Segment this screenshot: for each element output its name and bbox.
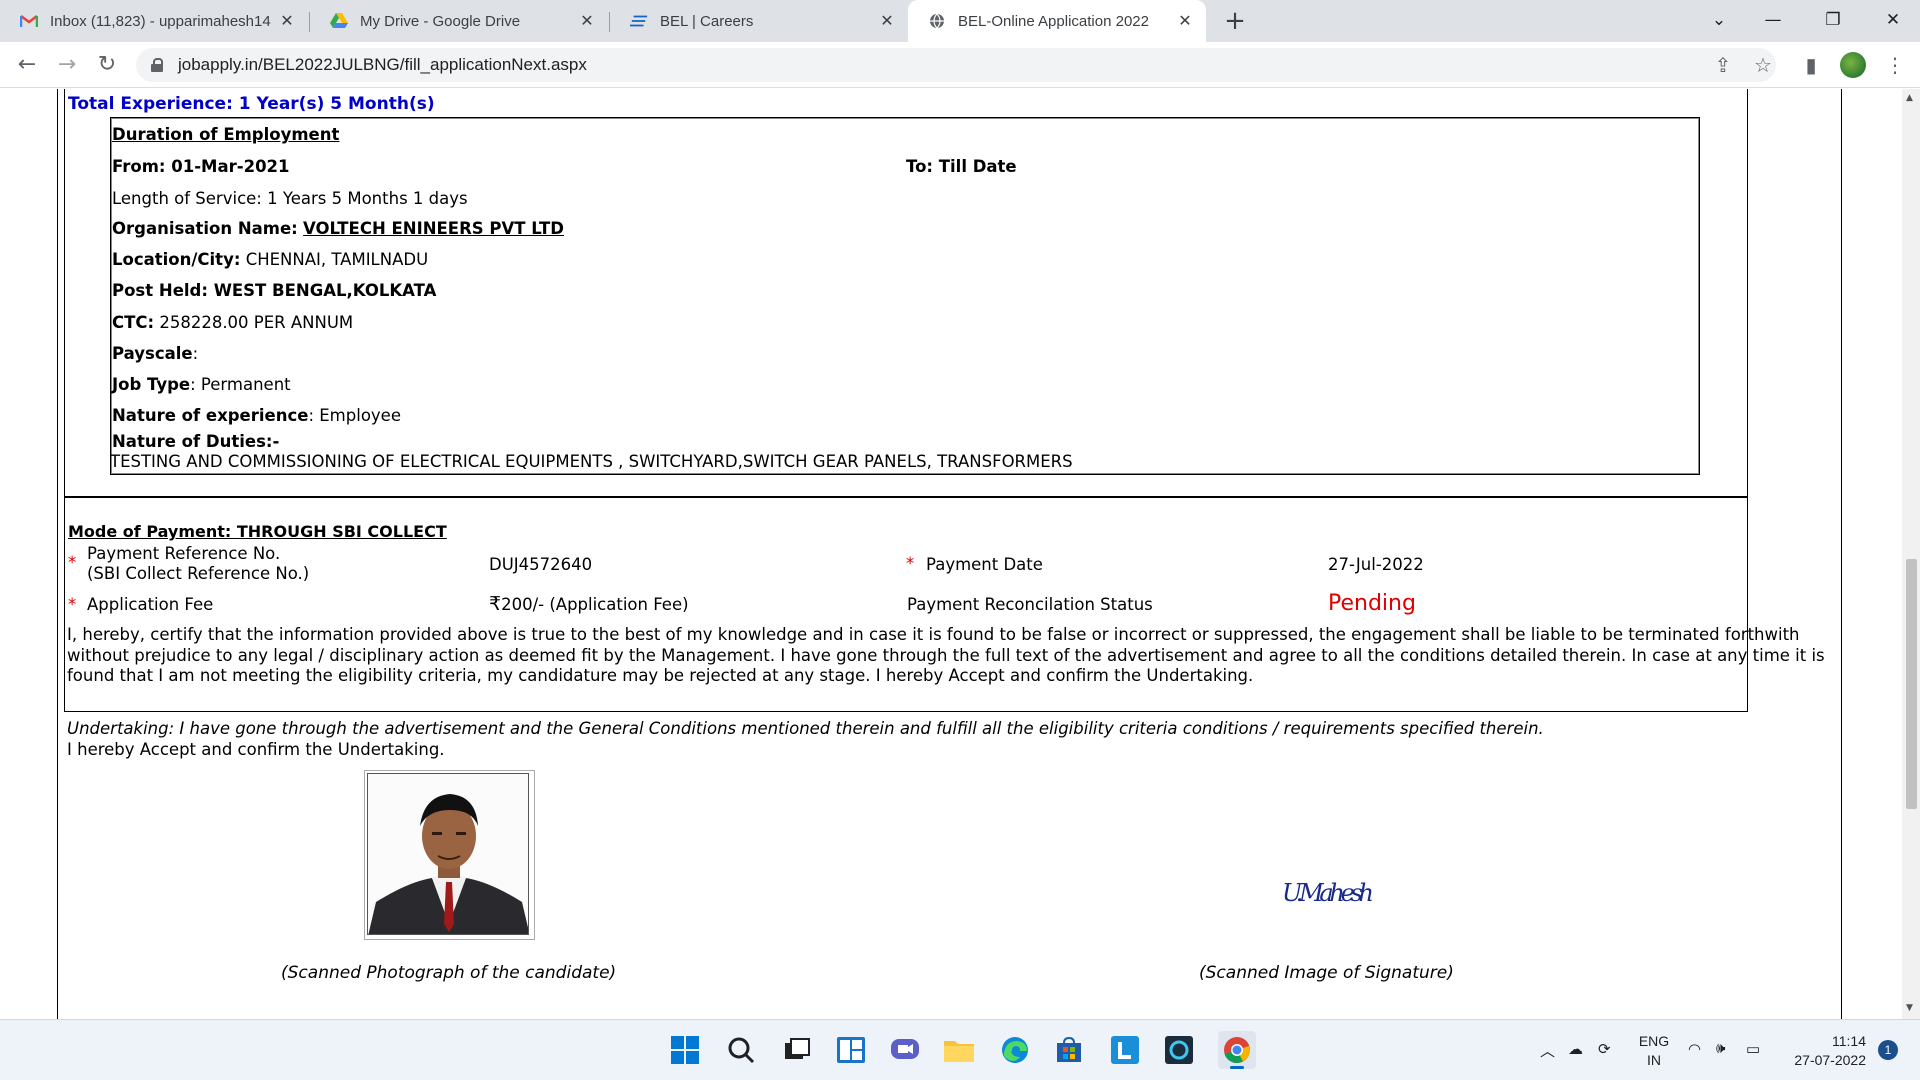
page-scrollbar[interactable]: ▲ ▼ bbox=[1902, 89, 1920, 1019]
show-hidden-icons[interactable]: ︿ bbox=[1540, 1040, 1555, 1061]
tab-search-icon[interactable]: ⌄ bbox=[1696, 0, 1742, 40]
chrome-browser-icon[interactable] bbox=[1218, 1031, 1256, 1069]
language-indicator[interactable]: ENG IN bbox=[1636, 1032, 1672, 1070]
wifi-icon[interactable]: ◠ bbox=[1688, 1040, 1701, 1058]
application-fee-value: ₹200/- (Application Fee) bbox=[489, 593, 689, 615]
length-of-service: Length of Service: 1 Years 5 Months 1 da… bbox=[112, 189, 468, 208]
to-date: To: Till Date bbox=[906, 157, 1017, 176]
close-window-button[interactable]: ✕ bbox=[1870, 0, 1916, 40]
close-tab-icon[interactable]: ✕ bbox=[276, 11, 298, 31]
payscale: Payscale: bbox=[112, 344, 199, 363]
notification-badge[interactable]: 1 bbox=[1878, 1040, 1898, 1060]
teams-chat-icon[interactable] bbox=[888, 1033, 922, 1067]
undertaking: Undertaking: I have gone through the adv… bbox=[67, 719, 1847, 760]
payment-ref-value: DUJ4572640 bbox=[489, 555, 593, 574]
new-tab-button[interactable]: + bbox=[1220, 6, 1250, 36]
search-icon[interactable] bbox=[724, 1033, 758, 1067]
undertaking-italic: Undertaking: I have gone through the adv… bbox=[67, 719, 1544, 738]
bookmark-star-icon[interactable]: ☆ bbox=[1748, 50, 1778, 80]
tab-title: BEL | Careers bbox=[660, 12, 754, 30]
file-explorer-icon[interactable] bbox=[942, 1033, 976, 1067]
tab-gmail[interactable]: Inbox (11,823) - upparimahesh14 ✕ bbox=[0, 0, 308, 42]
tab-bel-online-application[interactable]: BEL-Online Application 2022 ✕ bbox=[908, 0, 1206, 42]
gmail-icon bbox=[20, 12, 38, 30]
required-mark: * bbox=[68, 595, 77, 614]
lens-app-icon[interactable] bbox=[1108, 1033, 1142, 1067]
ctc: CTC: 258228.00 PER ANNUM bbox=[112, 313, 354, 332]
volume-icon[interactable]: 🕪 bbox=[1716, 1040, 1725, 1057]
payment-date-label: Payment Date bbox=[926, 555, 1043, 574]
nature-of-experience: Nature of experience: Employee bbox=[112, 406, 401, 425]
google-drive-icon bbox=[330, 12, 348, 30]
lock-icon[interactable] bbox=[150, 58, 164, 72]
browser-tab-bar: Inbox (11,823) - upparimahesh14 ✕ My Dri… bbox=[0, 0, 1920, 42]
post-held: Post Held: WEST BENGAL,KOLKATA bbox=[112, 281, 437, 300]
nature-of-duties-value: TESTING AND COMMISSIONING OF ELECTRICAL … bbox=[110, 452, 1073, 471]
task-view-icon[interactable] bbox=[780, 1033, 814, 1067]
declaration-text: I, hereby, certify that the information … bbox=[67, 625, 1825, 685]
tab-title: Inbox (11,823) - upparimahesh14 bbox=[50, 12, 271, 30]
organisation-name: Organisation Name: VOLTECH ENINEERS PVT … bbox=[112, 219, 564, 238]
microsoft-store-icon[interactable] bbox=[1052, 1033, 1086, 1067]
reload-button[interactable]: ↻ bbox=[92, 50, 122, 80]
mode-of-payment: Mode of Payment: THROUGH SBI COLLECT bbox=[68, 522, 447, 541]
globe-icon bbox=[928, 12, 946, 30]
windows-taskbar: ︿ ☁ ⟳ ENG IN ◠ 🕪 ▭ 11:14 27-07-2022 1 bbox=[0, 1019, 1920, 1080]
bel-logo-icon bbox=[630, 12, 648, 30]
undertaking-accept: I hereby Accept and confirm the Undertak… bbox=[67, 739, 445, 759]
reconciliation-status-label: Payment Reconcilation Status bbox=[907, 595, 1153, 614]
windows-start-icon[interactable] bbox=[668, 1033, 702, 1067]
battery-icon[interactable]: ▭ bbox=[1746, 1040, 1760, 1058]
system-clock[interactable]: 11:14 27-07-2022 bbox=[1786, 1032, 1866, 1070]
required-mark: * bbox=[906, 554, 915, 573]
scrollbar-thumb[interactable] bbox=[1906, 559, 1917, 809]
payment-ref-label: Payment Reference No. bbox=[87, 544, 281, 563]
onedrive-cloud-icon[interactable]: ☁ bbox=[1568, 1040, 1583, 1058]
tab-title: BEL-Online Application 2022 bbox=[958, 12, 1149, 30]
close-tab-icon[interactable]: ✕ bbox=[876, 11, 898, 31]
location-city: Location/City: CHENNAI, TAMILNADU bbox=[112, 250, 429, 269]
url-text[interactable]: jobapply.in/BEL2022JULBNG/fill_applicati… bbox=[178, 55, 587, 75]
scroll-up-arrow[interactable]: ▲ bbox=[1906, 93, 1913, 103]
required-mark: * bbox=[68, 553, 77, 572]
share-icon[interactable]: ⇪ bbox=[1708, 50, 1738, 80]
widgets-icon[interactable] bbox=[834, 1033, 868, 1067]
photo-caption: (Scanned Photograph of the candidate) bbox=[281, 963, 617, 983]
candidate-signature: U.Mahesh bbox=[1280, 867, 1380, 921]
minimize-button[interactable]: — bbox=[1750, 0, 1796, 40]
sbi-collect-ref-label: (SBI Collect Reference No.) bbox=[87, 564, 310, 583]
side-panel-icon[interactable]: ▮ bbox=[1796, 50, 1826, 80]
tab-title: My Drive - Google Drive bbox=[360, 12, 521, 30]
alexa-app-icon[interactable] bbox=[1162, 1033, 1196, 1067]
payment-date-value: 27-Jul-2022 bbox=[1328, 555, 1424, 574]
candidate-photo bbox=[364, 770, 535, 940]
reconciliation-status-value: Pending bbox=[1328, 591, 1416, 616]
tab-google-drive[interactable]: My Drive - Google Drive ✕ bbox=[310, 0, 608, 42]
signature-text: U.Mahesh bbox=[1282, 879, 1374, 907]
profile-avatar[interactable] bbox=[1840, 52, 1866, 78]
more-menu-icon[interactable]: ⋮ bbox=[1880, 50, 1910, 80]
job-type: Job Type: Permanent bbox=[112, 375, 291, 394]
back-button[interactable]: ← bbox=[12, 50, 42, 80]
from-date: From: 01-Mar-2021 bbox=[112, 157, 290, 176]
maximize-button[interactable]: ❐ bbox=[1810, 0, 1856, 40]
sync-icon[interactable]: ⟳ bbox=[1598, 1040, 1611, 1058]
nature-of-duties-label: Nature of Duties:- bbox=[112, 432, 280, 451]
browser-toolbar: ← → ↻ jobapply.in/BEL2022JULBNG/fill_app… bbox=[0, 42, 1920, 88]
application-fee-label: Application Fee bbox=[87, 595, 214, 614]
signature-image: U.Mahesh bbox=[1282, 879, 1374, 907]
edge-browser-icon[interactable] bbox=[998, 1033, 1032, 1067]
close-tab-icon[interactable]: ✕ bbox=[576, 11, 598, 31]
tab-bel-careers[interactable]: BEL | Careers ✕ bbox=[610, 0, 908, 42]
scroll-down-arrow[interactable]: ▼ bbox=[1906, 1003, 1913, 1013]
total-experience: Total Experience: 1 Year(s) 5 Month(s) bbox=[68, 94, 435, 114]
address-bar[interactable]: jobapply.in/BEL2022JULBNG/fill_applicati… bbox=[136, 48, 1776, 82]
forward-button[interactable]: → bbox=[52, 50, 82, 80]
close-tab-icon[interactable]: ✕ bbox=[1174, 11, 1196, 31]
page-viewport: Total Experience: 1 Year(s) 5 Month(s) D… bbox=[0, 89, 1902, 1019]
signature-caption: (Scanned Image of Signature) bbox=[1199, 963, 1454, 983]
duration-heading: Duration of Employment bbox=[112, 125, 340, 144]
